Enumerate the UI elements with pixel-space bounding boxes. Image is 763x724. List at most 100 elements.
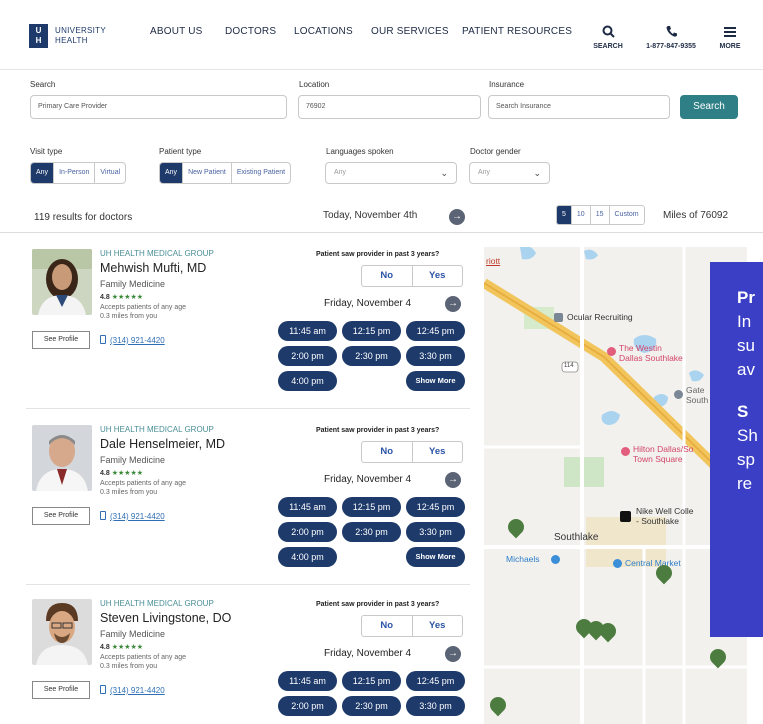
time-slot-button[interactable]: 4:00 pm — [278, 371, 337, 391]
time-slot-button[interactable]: 2:30 pm — [342, 522, 401, 542]
time-slot-button[interactable]: 2:30 pm — [342, 346, 401, 366]
see-profile-button[interactable]: See Profile — [32, 331, 90, 349]
header-phone[interactable]: 1-877-847-9355 — [636, 25, 706, 50]
visit-type-label: Visit type — [30, 147, 63, 156]
nav-our-services[interactable]: OUR SERVICES — [371, 26, 449, 37]
visit-type-any[interactable]: Any — [31, 163, 54, 183]
miles-custom[interactable]: Custom — [608, 206, 644, 224]
patient-type-new[interactable]: New Patient — [182, 163, 231, 183]
phone-number: (314) 921-4420 — [110, 512, 165, 521]
doctor-gender-dropdown[interactable]: Any ⌄ — [469, 162, 550, 184]
nav-patient-resources[interactable]: PATIENT RESOURCES — [462, 26, 572, 37]
time-slot-button[interactable]: 2:00 pm — [278, 696, 337, 716]
next-day-arrow-icon[interactable]: → — [445, 646, 461, 662]
time-slot-button[interactable]: 2:30 pm — [342, 696, 401, 716]
prior-visit-yes-button[interactable]: Yes — [411, 266, 463, 286]
patient-type-any[interactable]: Any — [160, 163, 183, 183]
time-slot-button[interactable]: 11:45 am — [278, 321, 337, 341]
nike-line-2: - Southlake — [636, 516, 679, 526]
prior-visit-yes-button[interactable]: Yes — [411, 616, 463, 636]
map-label-nike[interactable]: Nike Well Colle - Southlake — [636, 506, 693, 526]
prior-visit-toggle: No Yes — [361, 441, 463, 463]
nav-doctors[interactable]: DOCTORS — [225, 26, 276, 37]
next-day-arrow-icon[interactable]: → — [445, 472, 461, 488]
header-search[interactable]: SEARCH — [588, 25, 628, 50]
time-slot-button[interactable]: 12:45 pm — [406, 321, 465, 341]
time-slot-button[interactable]: 3:30 pm — [406, 696, 465, 716]
header-more[interactable]: MORE — [715, 25, 745, 50]
next-date-arrow-icon[interactable]: → — [449, 209, 465, 225]
nav-locations[interactable]: LOCATIONS — [294, 26, 353, 37]
show-more-button[interactable]: Show More — [406, 547, 465, 567]
star-rating-icon: ★★★★★ — [111, 294, 144, 301]
miles-5[interactable]: 5 — [557, 206, 571, 224]
map-label-gate[interactable]: Gate South — [686, 385, 708, 405]
languages-dropdown[interactable]: Any ⌄ — [325, 162, 457, 184]
time-slot-button[interactable]: 2:00 pm — [278, 522, 337, 542]
visit-type-virtual[interactable]: Virtual — [94, 163, 125, 183]
card-divider — [26, 408, 470, 409]
map-label-southlake: Southlake — [554, 532, 599, 543]
search-button[interactable]: Search — [680, 95, 738, 119]
phone-link[interactable]: (314) 921-4420 — [100, 335, 165, 345]
shopping-icon — [613, 559, 622, 568]
miles-radius-toggle: 5 10 15 Custom — [556, 205, 645, 225]
time-slot-button[interactable]: 12:15 pm — [342, 321, 401, 341]
time-slot-button[interactable]: 11:45 am — [278, 671, 337, 691]
nike-line-1: Nike Well Colle — [636, 506, 694, 516]
doctor-card: UH HEALTH MEDICAL GROUP Mehwish Mufti, M… — [26, 235, 470, 407]
phone-link[interactable]: (314) 921-4420 — [100, 511, 165, 521]
map-label-ocular-recruiting[interactable]: Ocular Recruiting — [567, 312, 633, 322]
doctor-name[interactable]: Dale Henselmeier, MD — [100, 437, 225, 451]
show-more-button[interactable]: Show More — [406, 371, 465, 391]
doctor-rating: 4.8 ★★★★★ — [100, 643, 143, 651]
prior-visit-no-button[interactable]: No — [362, 266, 412, 286]
insurance-input[interactable]: Search Insurance — [488, 95, 670, 119]
results-map[interactable]: riott 114 Ocular Recruiting The Westin D… — [484, 247, 747, 724]
prior-visit-toggle: No Yes — [361, 265, 463, 287]
prior-visit-yes-button[interactable]: Yes — [411, 442, 463, 462]
map-label-central-market[interactable]: Central Market — [625, 558, 681, 568]
visit-type-in-person[interactable]: In-Person — [53, 163, 94, 183]
time-slot-button[interactable]: 3:30 pm — [406, 346, 465, 366]
distance-text: 0.3 miles from you — [100, 313, 158, 320]
doctor-name[interactable]: Mehwish Mufti, MD — [100, 261, 206, 275]
westin-line-2: Dallas Southlake — [619, 353, 683, 363]
nav-about-us[interactable]: ABOUT US — [150, 26, 203, 37]
doctor-specialty: Family Medicine — [100, 279, 166, 289]
insurance-field-label: Insurance — [489, 80, 525, 89]
time-slot-button[interactable]: 2:00 pm — [278, 346, 337, 366]
map-label-westin[interactable]: The Westin Dallas Southlake — [619, 343, 683, 363]
logo[interactable]: U H UNIVERSITY HEALTH — [29, 24, 106, 48]
map-label-michaels[interactable]: Michaels — [506, 554, 540, 564]
phone-number: (314) 921-4420 — [110, 686, 165, 695]
phone-icon — [636, 25, 706, 41]
patient-type-toggle: Any New Patient Existing Patient — [159, 162, 292, 184]
map-route-114: 114 — [564, 363, 574, 369]
westin-line-1: The Westin — [619, 343, 662, 353]
next-day-arrow-icon[interactable]: → — [445, 296, 461, 312]
see-profile-button[interactable]: See Profile — [32, 681, 90, 699]
time-slot-button[interactable]: 12:15 pm — [342, 497, 401, 517]
patient-type-existing[interactable]: Existing Patient — [230, 163, 290, 183]
time-slot-button[interactable]: 4:00 pm — [278, 547, 337, 567]
map-label-hilton[interactable]: Hilton Dallas/So Town Square — [633, 444, 693, 464]
languages-label: Languages spoken — [326, 147, 394, 156]
chevron-down-icon: ⌄ — [440, 168, 448, 178]
see-profile-button[interactable]: See Profile — [32, 507, 90, 525]
time-slot-button[interactable]: 11:45 am — [278, 497, 337, 517]
prior-visit-no-button[interactable]: No — [362, 442, 412, 462]
time-slot-button[interactable]: 12:15 pm — [342, 671, 401, 691]
search-input[interactable]: Primary Care Provider — [30, 95, 287, 119]
location-input[interactable]: 76902 — [298, 95, 481, 119]
distance-text: 0.3 miles from you — [100, 489, 158, 496]
doctor-name[interactable]: Steven Livingstone, DO — [100, 611, 231, 625]
time-slot-button[interactable]: 12:45 pm — [406, 671, 465, 691]
time-slot-button[interactable]: 3:30 pm — [406, 522, 465, 542]
phone-link[interactable]: (314) 921-4420 — [100, 685, 165, 695]
prior-visit-no-button[interactable]: No — [362, 616, 412, 636]
miles-15[interactable]: 15 — [589, 206, 609, 224]
time-slot-button[interactable]: 12:45 pm — [406, 497, 465, 517]
miles-10[interactable]: 10 — [570, 206, 590, 224]
location-field-label: Location — [299, 80, 330, 89]
